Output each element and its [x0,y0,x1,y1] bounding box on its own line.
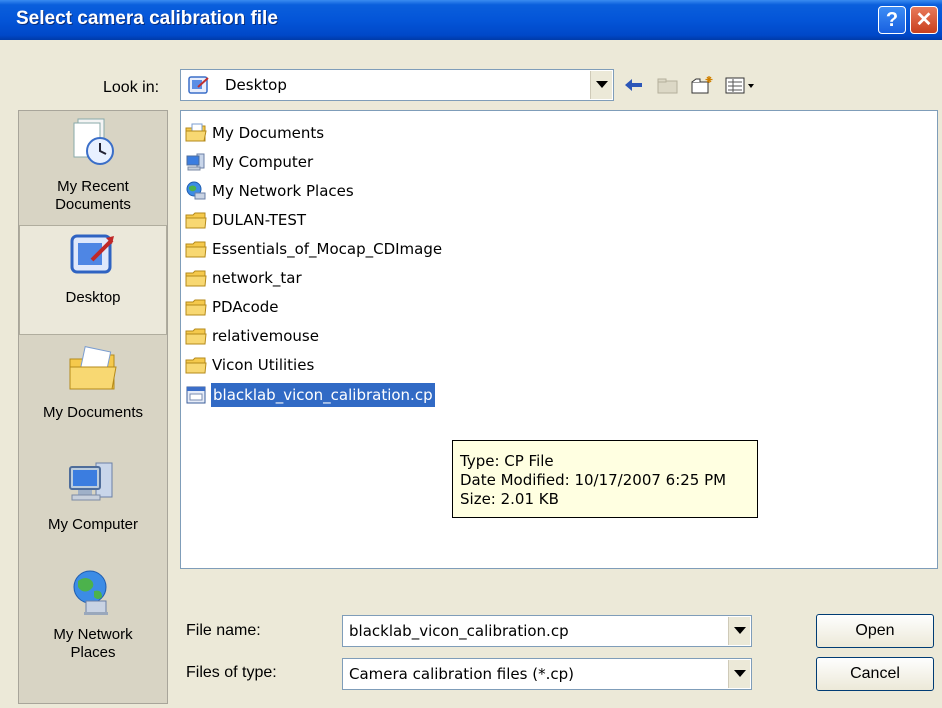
file-name-field[interactable]: blacklab_vicon_calibration.cp [342,615,752,647]
folder-icon [185,268,207,295]
folder-icon [185,297,207,324]
file-name: My Network Places [212,182,354,200]
place-my-documents[interactable]: My Documents [19,337,167,445]
folder-icon [185,210,207,237]
place-label-line1: My Network [53,626,133,643]
desktop-icon [188,75,210,99]
place-label-line1: Desktop [65,289,121,306]
places-bar: My Recent Documents Desktop My Documents… [18,110,168,704]
network-places-icon [185,181,207,208]
files-of-type-label: Files of type: [186,664,277,681]
file-name: blacklab_vicon_calibration.cp [211,383,435,407]
look-in-label: Look in: [103,79,160,96]
back-arrow-icon[interactable] [622,74,646,96]
file-info-tooltip: Type: CP File Date Modified: 10/17/2007 … [452,440,758,518]
file-name: Essentials_of_Mocap_CDImage [212,240,443,258]
up-folder-icon[interactable] [656,74,680,96]
view-menu-icon[interactable] [724,74,758,96]
file-name: Vicon Utilities [212,356,315,374]
window-title: Select camera calibration file [16,8,278,29]
look-in-dropdown[interactable]: Desktop [180,69,614,101]
place-label-line2: Documents [55,196,131,213]
file-name: My Documents [212,124,325,142]
file-name-value: blacklab_vicon_calibration.cp [349,622,569,640]
cancel-button[interactable]: Cancel [816,657,934,691]
chevron-down-icon[interactable] [728,617,750,645]
place-label-line1: My Recent [57,178,129,195]
title-bar[interactable]: Select camera calibration file ? ✕ [0,0,942,40]
place-my-network-places[interactable]: My Network Places [19,559,167,687]
place-my-computer[interactable]: My Computer [19,449,167,557]
place-desktop[interactable]: Desktop [19,225,167,335]
calibration-file-icon [185,385,207,412]
open-button[interactable]: Open [816,614,934,648]
look-in-value: Desktop [225,76,287,94]
help-button[interactable]: ? [878,6,906,34]
close-button[interactable]: ✕ [910,6,938,34]
my-documents-icon [19,345,167,400]
file-name-label: File name: [186,622,261,639]
chevron-down-icon[interactable] [590,71,612,99]
folder-icon [185,355,207,382]
new-folder-icon[interactable] [690,74,714,96]
chevron-down-icon[interactable] [728,660,750,688]
tooltip-type: Type: CP File [460,452,554,470]
file-name: network_tar [212,269,302,287]
place-my-recent-documents[interactable]: My Recent Documents [19,115,167,225]
tooltip-size: Size: 2.01 KB [460,490,559,508]
file-name: DULAN-TEST [212,211,307,229]
place-label-line1: My Documents [42,404,144,421]
my-computer-icon [185,152,207,179]
tooltip-date-modified: Date Modified: 10/17/2007 6:25 PM [460,471,727,489]
place-label-line2: Places [70,644,116,661]
file-name: My Computer [212,153,314,171]
place-label-line1: My Computer [47,516,139,533]
folder-icon [185,326,207,353]
file-open-dialog: Select camera calibration file ? ✕ Look … [0,0,942,708]
files-of-type-value: Camera calibration files (*.cp) [349,665,574,683]
desktop-icon [20,230,166,285]
folder-icon [185,239,207,266]
my-computer-icon [19,457,167,512]
file-name: PDAcode [212,298,279,316]
recent-documents-icon [19,115,167,174]
my-documents-icon [185,123,207,150]
network-places-icon [19,567,167,622]
files-of-type-dropdown[interactable]: Camera calibration files (*.cp) [342,658,752,690]
file-name: relativemouse [212,327,319,345]
